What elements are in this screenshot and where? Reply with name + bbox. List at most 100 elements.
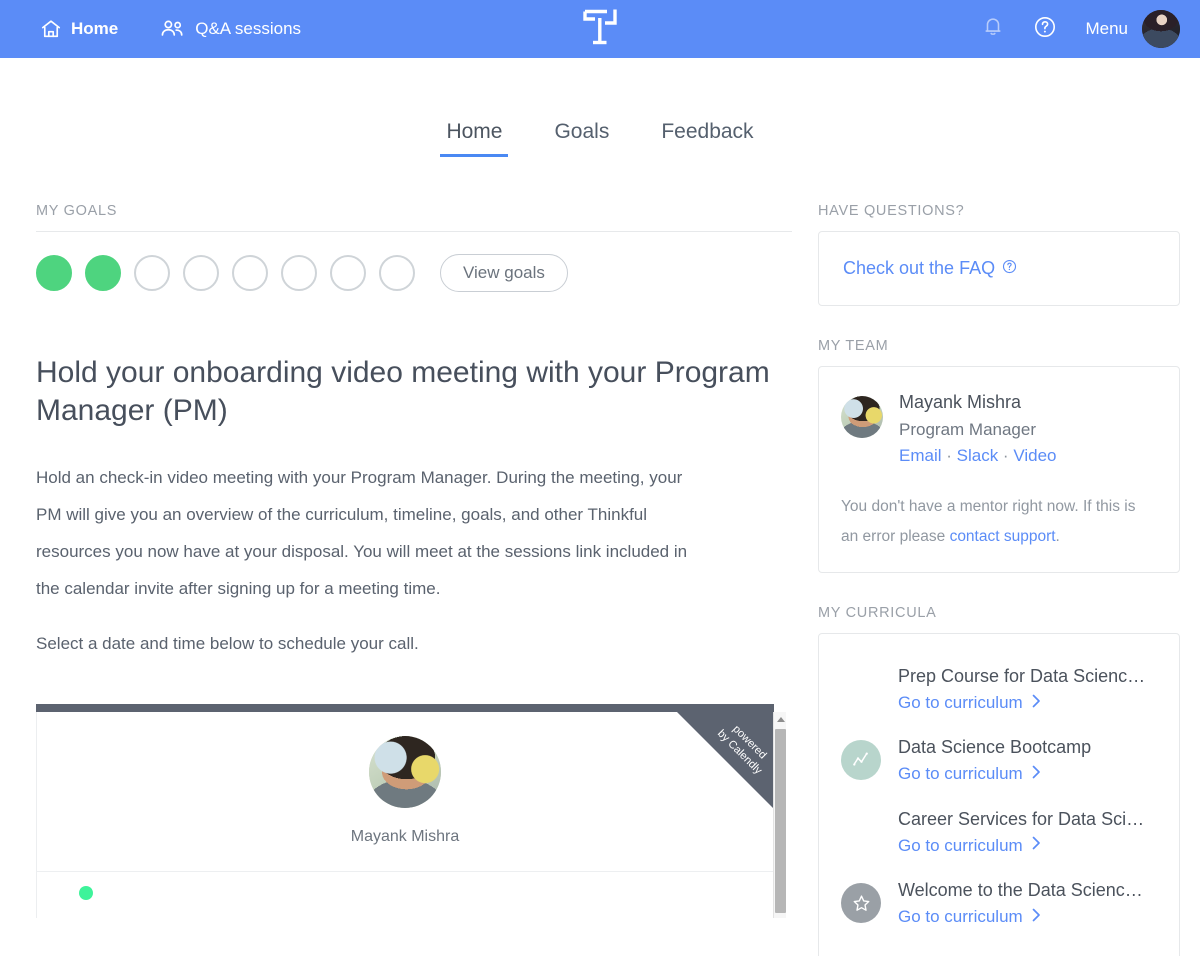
task-paragraph-2: Select a date and time below to schedule…: [36, 633, 419, 653]
go-to-curriculum-link[interactable]: Go to curriculum: [898, 904, 1041, 930]
nav-left-group: Home Q&A sessions: [0, 0, 301, 58]
menu-button[interactable]: Menu: [1085, 19, 1128, 39]
user-avatar[interactable]: [1142, 10, 1180, 48]
calendly-scrollbar[interactable]: [773, 712, 786, 919]
goal-dot-5[interactable]: [232, 255, 268, 291]
goal-dot-7[interactable]: [330, 255, 366, 291]
top-navigation-bar: Home Q&A sessions Menu: [0, 0, 1200, 58]
list-item[interactable]: Career Services for Data Scie… Go to cur…: [841, 797, 1157, 868]
slack-link[interactable]: Slack: [957, 446, 999, 465]
tab-goals[interactable]: Goals: [548, 116, 615, 157]
go-to-curriculum-label: Go to curriculum: [898, 907, 1023, 927]
go-to-curriculum-link[interactable]: Go to curriculum: [898, 690, 1041, 716]
goal-dot-8[interactable]: [379, 255, 415, 291]
goal-dot-1[interactable]: [36, 255, 72, 291]
people-icon: [160, 18, 186, 40]
team-member-row: Mayank Mishra Program Manager Email · Sl…: [841, 389, 1155, 470]
goal-dot-3[interactable]: [134, 255, 170, 291]
list-item[interactable]: Data Science Bootcamp Go to curriculum: [841, 725, 1157, 796]
go-to-curriculum-label: Go to curriculum: [898, 835, 1023, 855]
my-team-card: Mayank Mishra Program Manager Email · Sl…: [818, 366, 1180, 574]
my-team-heading: MY TEAM: [818, 338, 889, 354]
scroll-up-arrow-icon[interactable]: [774, 712, 786, 727]
my-goals-heading: MY GOALS: [36, 203, 118, 219]
email-link[interactable]: Email: [899, 446, 942, 465]
my-curricula-card: Prep Course for Data Science… Go to curr…: [818, 633, 1180, 956]
goal-dot-4[interactable]: [183, 255, 219, 291]
list-item[interactable]: Prep Course for Data Science… Go to curr…: [841, 654, 1157, 725]
nav-right-group: Menu: [967, 0, 1200, 58]
go-to-curriculum-link[interactable]: Go to curriculum: [898, 833, 1041, 859]
avatar-image: [841, 396, 883, 438]
video-link[interactable]: Video: [1013, 446, 1056, 465]
home-icon: [40, 18, 62, 40]
calendly-host-name: Mayank Mishra: [350, 828, 460, 846]
goal-dot-6[interactable]: [281, 255, 317, 291]
calendly-top-bar: [36, 704, 774, 713]
no-mentor-note: You don't have a mentor right now. If th…: [841, 492, 1155, 552]
team-member-avatar: [841, 396, 883, 438]
chevron-right-icon: [1032, 906, 1041, 929]
contact-support-link[interactable]: contact support: [950, 528, 1056, 545]
tab-feedback[interactable]: Feedback: [655, 116, 759, 157]
avatar-image: [369, 736, 441, 809]
chevron-right-icon: [1032, 834, 1041, 857]
nav-item-qa-sessions[interactable]: Q&A sessions: [160, 0, 301, 58]
divider: [36, 231, 792, 232]
curriculum-details: Prep Course for Data Science… Go to curr…: [898, 663, 1148, 716]
thinkful-logo[interactable]: [583, 7, 617, 52]
calendly-host-avatar: [369, 736, 441, 809]
page-content: MY GOALS View goals Hold your onboarding…: [0, 203, 1200, 956]
go-to-curriculum-link[interactable]: Go to curriculum: [898, 761, 1041, 787]
chevron-right-icon: [1032, 763, 1041, 786]
curriculum-title: Career Services for Data Scie…: [898, 808, 1148, 829]
my-goals-section: MY GOALS View goals: [36, 203, 792, 292]
faq-link[interactable]: Check out the FAQ: [843, 258, 1017, 279]
calendly-embed[interactable]: powered by Calendly Mayank Mishra: [36, 704, 786, 919]
help-button[interactable]: [1019, 0, 1071, 58]
faq-link-label: Check out the FAQ: [843, 258, 996, 278]
scrollbar-thumb[interactable]: [774, 729, 786, 914]
team-member-name: Mayank Mishra: [899, 392, 1022, 412]
faq-card: Check out the FAQ: [818, 231, 1180, 306]
nav-qa-label: Q&A sessions: [195, 19, 302, 38]
team-member-contact-links: Email · Slack · Video: [899, 443, 1057, 469]
note-text-after: .: [1055, 527, 1060, 545]
avatar-image: [1142, 10, 1180, 48]
nav-item-home[interactable]: Home: [40, 0, 118, 58]
go-to-curriculum-label: Go to curriculum: [898, 693, 1023, 713]
chart-line-icon: [841, 740, 881, 781]
curriculum-details: Welcome to the Data Science… Go to curri…: [898, 877, 1148, 930]
my-curricula-heading: MY CURRICULA: [818, 605, 937, 622]
task-description: Hold an check-in video meeting with your…: [36, 459, 792, 662]
curriculum-title: Prep Course for Data Science…: [898, 666, 1148, 687]
team-member-role: Program Manager: [899, 419, 1037, 439]
calendly-status-dot: [79, 886, 93, 901]
curriculum-icon-placeholder: [841, 669, 881, 709]
powered-by-calendly-ribbon: powered by Calendly: [677, 712, 773, 809]
curriculum-details: Career Services for Data Scie… Go to cur…: [898, 806, 1148, 859]
star-icon: [841, 883, 881, 924]
nav-home-label: Home: [71, 19, 119, 38]
have-questions-section: HAVE QUESTIONS? Check out the FAQ: [818, 203, 1180, 306]
task-paragraph-1: Hold an check-in video meeting with your…: [36, 467, 688, 598]
notifications-bell-button[interactable]: [967, 0, 1019, 58]
my-curricula-section: MY CURRICULA Prep Course for Data Scienc…: [818, 605, 1180, 956]
question-circle-icon: [1002, 258, 1017, 279]
divider: [37, 871, 773, 873]
go-to-curriculum-label: Go to curriculum: [898, 764, 1023, 784]
list-item[interactable]: Welcome to the Data Science… Go to curri…: [841, 868, 1157, 939]
link-separator-1: ·: [941, 446, 957, 466]
chevron-right-icon: [1032, 692, 1041, 715]
curriculum-title: Welcome to the Data Science…: [898, 880, 1148, 901]
link-separator-2: ·: [998, 446, 1014, 466]
have-questions-heading: HAVE QUESTIONS?: [818, 203, 965, 219]
my-team-section: MY TEAM Mayank Mishra Program Manager Em…: [818, 338, 1180, 574]
curriculum-details: Data Science Bootcamp Go to curriculum: [898, 734, 1091, 787]
tab-home[interactable]: Home: [440, 116, 509, 157]
calendly-host-profile: Mayank Mishra: [37, 712, 773, 846]
view-goals-button[interactable]: View goals: [440, 254, 568, 292]
team-member-details: Mayank Mishra Program Manager Email · Sl…: [899, 389, 1057, 470]
bell-icon: [982, 15, 1004, 44]
goal-dot-2[interactable]: [85, 255, 121, 291]
